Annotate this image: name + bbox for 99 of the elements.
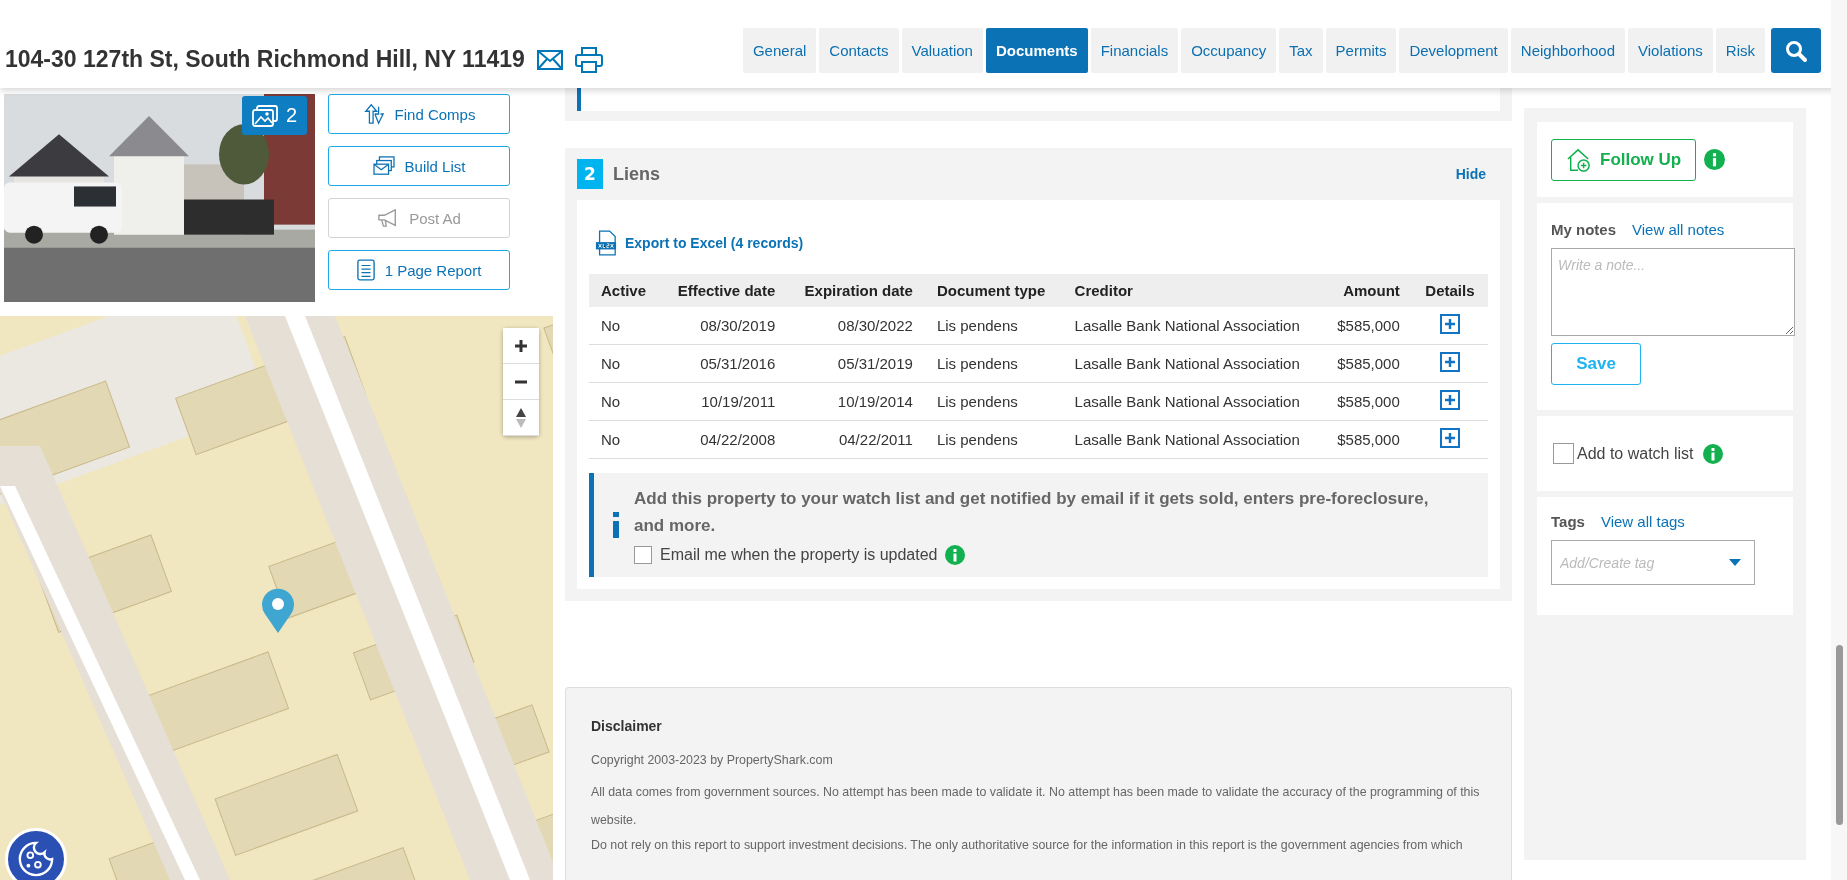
nav-tab[interactable]: Financials: [1090, 28, 1179, 73]
table-cell: 04/22/2011: [787, 420, 925, 459]
table-cell: 05/31/2016: [660, 344, 788, 383]
table-cell: $585,000: [1321, 420, 1412, 459]
view-tags-link[interactable]: View all tags: [1600, 513, 1685, 530]
nav-tab[interactable]: Violations: [1628, 28, 1713, 73]
table-cell: $585,000: [1321, 307, 1412, 345]
expand-button[interactable]: [1439, 428, 1460, 448]
hide-link[interactable]: Hide: [1455, 166, 1486, 182]
expand-button[interactable]: [1439, 314, 1460, 334]
property-address: 104-30 127th St, South Richmond Hill, NY 11419: [5, 46, 525, 73]
nav-tab[interactable]: Risk: [1715, 28, 1765, 73]
compass-button[interactable]: [503, 400, 539, 436]
table-cell: No: [589, 382, 661, 421]
column-header: Effective date: [660, 274, 788, 307]
table-cell: No: [589, 307, 661, 345]
table-cell: Lasalle Bank National Association: [1062, 382, 1322, 421]
table-cell: Lis pendens: [924, 382, 1063, 421]
envelopes-icon: [372, 156, 395, 176]
nav-tab[interactable]: Permits: [1325, 28, 1397, 73]
expand-button[interactable]: [1439, 352, 1460, 372]
caret-icon: [1729, 559, 1741, 566]
expand-button[interactable]: [1439, 390, 1460, 410]
info-icon[interactable]: [1704, 149, 1726, 170]
disclaimer-text: All data comes from government sources. No attempt has been made to validate it. No attempt has been made to validate the accuracy of the programming of this website.: [591, 784, 1481, 830]
notes-title: My notes: [1551, 221, 1616, 238]
disclaimer-text: Do not rely on this report to support investment decisions. The only authoritative source for the information in this report is the government agencies from which: [591, 837, 1464, 855]
table-cell: Lis pendens: [924, 344, 1063, 383]
info-icon: [612, 512, 620, 539]
table-cell: 10/19/2014: [787, 382, 925, 421]
action-button[interactable]: Build List: [328, 146, 510, 186]
images-icon: [251, 104, 278, 127]
notes-field[interactable]: Write a note...: [1551, 248, 1795, 336]
export-link[interactable]: Export to Excel (4 records): [625, 235, 804, 251]
compass-icon: [515, 406, 527, 429]
table-cell: Lis pendens: [924, 420, 1063, 459]
view-notes-link[interactable]: View all notes: [1632, 221, 1725, 238]
table-cell: $585,000: [1321, 382, 1412, 421]
column-header: Active: [589, 274, 661, 307]
section-title: Liens: [613, 163, 661, 185]
print-icon[interactable]: [574, 46, 603, 73]
column-header: Details: [1411, 274, 1488, 307]
minus-icon: [514, 379, 528, 384]
table-cell: Lasalle Bank National Association: [1062, 420, 1322, 459]
tags-title: Tags: [1551, 513, 1585, 530]
gallery-button[interactable]: 2: [241, 96, 307, 135]
nav-tab[interactable]: Development: [1399, 28, 1508, 73]
house-plus-icon: [1566, 147, 1592, 172]
nav-tab[interactable]: Tax: [1279, 28, 1323, 73]
table-cell: No: [589, 344, 661, 383]
disclaimer-title: Disclaimer: [591, 718, 663, 735]
email-icon[interactable]: [536, 49, 563, 70]
nav-tab[interactable]: Contacts: [819, 28, 899, 73]
spreadsheet-file-icon: [595, 230, 617, 256]
info-icon[interactable]: [1702, 443, 1723, 464]
up-down-arrows-icon: [362, 103, 385, 125]
table-cell: 05/31/2019: [787, 344, 925, 383]
plus-icon: [1439, 390, 1460, 410]
nav-tab[interactable]: Neighborhood: [1510, 28, 1626, 73]
disclaimer-text: Copyright 2003-2023 by PropertyShark.com: [591, 752, 834, 769]
plus-icon: [1439, 428, 1460, 448]
nav-tab[interactable]: Documents: [985, 28, 1088, 73]
table-cell: 08/30/2019: [660, 307, 788, 345]
info-icon[interactable]: [945, 545, 966, 566]
action-button[interactable]: Find Comps: [328, 94, 510, 134]
table-cell: Lasalle Bank National Association: [1062, 344, 1322, 383]
action-button[interactable]: 1 Page Report: [328, 250, 510, 290]
checkbox-label: Add to watch list: [1577, 444, 1694, 463]
nav-tab[interactable]: General: [742, 28, 817, 73]
column-header: Amount: [1321, 274, 1412, 307]
plus-icon: [1439, 352, 1460, 372]
checkbox-label: Email me when the property is updated: [660, 546, 938, 565]
nav-tab[interactable]: Occupancy: [1181, 28, 1277, 73]
search-button[interactable]: [1771, 28, 1821, 73]
plus-icon: [1439, 314, 1460, 334]
tag-dropdown[interactable]: Add/Create tag: [1551, 540, 1755, 585]
nav-tab[interactable]: Valuation: [901, 28, 983, 73]
document-icon: [356, 259, 375, 281]
table-cell: 10/19/2011: [660, 382, 788, 421]
cookie-icon: [17, 840, 55, 878]
search-icon: [1784, 38, 1808, 63]
column-header: Expiration date: [787, 274, 925, 307]
table-cell: Lasalle Bank National Association: [1062, 307, 1322, 345]
scrollbar[interactable]: [1831, 0, 1847, 880]
table-cell: $585,000: [1321, 344, 1412, 383]
table-cell: 04/22/2008: [660, 420, 788, 459]
watch-prompt: Add this property to your watch list and get notified by email if it gets sold, enters pre-foreclosure, and more.: [634, 488, 1430, 538]
email-checkbox[interactable]: [634, 546, 652, 565]
table-cell: No: [589, 420, 661, 459]
column-header: Document type: [924, 274, 1063, 307]
zoom-in-button[interactable]: [503, 328, 539, 364]
follow-up-button[interactable]: Follow Up: [1551, 138, 1697, 181]
column-header: Creditor: [1062, 274, 1322, 307]
watch-list-checkbox[interactable]: [1553, 443, 1574, 464]
plus-icon: [514, 338, 528, 353]
table-cell: Lis pendens: [924, 307, 1063, 345]
map-pin-icon: [261, 588, 295, 634]
table-cell: 08/30/2022: [787, 307, 925, 345]
section-number: 2: [577, 159, 603, 189]
